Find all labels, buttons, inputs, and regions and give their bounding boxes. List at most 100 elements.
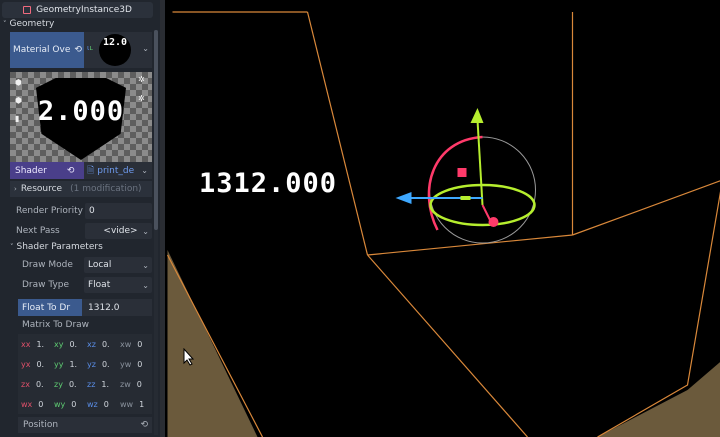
matrix-cell-zx[interactable]: zx 0. — [21, 375, 53, 393]
geometry-instance-icon — [23, 6, 32, 14]
sphere-preview-icon[interactable]: ⬢ — [15, 78, 22, 87]
reset-icon[interactable]: ⟲ — [140, 420, 148, 430]
matrix-to-draw-grid: xx 1. xy 0. xz 0. xw 0 yx 0. yy 1. yz 0. yw 0 zx 0. zy 0. zz… — [18, 334, 152, 414]
shader-parameters-label: Shader Parameters — [16, 242, 103, 252]
box-preview-icon[interactable]: ⬢ — [15, 96, 22, 105]
chevron-down-icon[interactable]: ⌄ — [141, 166, 148, 175]
shader-label[interactable]: Shader ⟲ — [10, 162, 84, 179]
shader-parameters-header[interactable]: ˅ Shader Parameters — [10, 240, 152, 254]
shader-picker[interactable]: 🗎 print_de ⌄ — [84, 162, 152, 179]
draw-mode-row: Draw Mode Local ⌄ — [14, 256, 152, 274]
box-edge-floor — [367, 254, 528, 437]
editor-window: GeometryInstance3D ˅ Geometry Material O… — [0, 0, 720, 437]
matrix-cell-xx[interactable]: xx 1. — [21, 335, 53, 353]
matrix-cell-value: 0. — [36, 359, 45, 369]
matrix-cell-key: yz — [87, 359, 96, 369]
chevron-down-icon[interactable]: ⌄ — [142, 44, 149, 53]
resource-section-header[interactable]: › Resource (1 modification) — [10, 181, 152, 197]
matrix-cell-key: ww — [120, 399, 134, 409]
matrix-cell-yy[interactable]: yy 1. — [54, 355, 86, 373]
matrix-cell-value: 0 — [71, 399, 77, 409]
node-type-label: GeometryInstance3D — [36, 5, 132, 15]
matrix-cell-zw[interactable]: zw 0 — [120, 375, 152, 393]
next-pass-value: <vide> — [103, 226, 138, 236]
reset-icon[interactable]: ⟲ — [74, 45, 82, 55]
matrix-cell-key: zz — [87, 379, 96, 389]
matrix-cell-key: wx — [21, 399, 33, 409]
matrix-to-draw-label: Matrix To Draw — [22, 320, 90, 330]
material-override-picker[interactable]: ιʟ 12.0 ⌄ — [84, 32, 152, 68]
chevron-down-icon[interactable]: ⌄ — [142, 281, 149, 290]
matrix-cell-wz[interactable]: wz 0 — [87, 395, 119, 413]
matrix-cell-xz[interactable]: xz 0. — [87, 335, 119, 353]
matrix-cell-wy[interactable]: wy 0 — [54, 395, 86, 413]
resource-modification-count: (1 modification) — [70, 184, 142, 194]
matrix-cell-yz[interactable]: yz 0. — [87, 355, 119, 373]
position-row[interactable]: Position ⟲ — [18, 417, 152, 433]
matrix-cell-value: 1. — [69, 359, 78, 369]
shader-file-icon: 🗎 — [87, 165, 95, 176]
light2-icon[interactable]: ✲ — [138, 94, 145, 103]
render-priority-row: Render Priority 0 — [10, 202, 152, 220]
quad-preview-icon[interactable]: ▮ — [15, 114, 19, 123]
float-to-draw-row: Float To Dr 1312.0 — [18, 298, 152, 317]
matrix-cell-key: xy — [54, 339, 64, 349]
matrix-cell-yw[interactable]: yw 0 — [120, 355, 152, 373]
axis-mini-icon: ιʟ — [87, 44, 93, 52]
matrix-cell-xw[interactable]: xw 0 — [120, 335, 152, 353]
3d-viewport[interactable]: 1312.000 — [160, 0, 720, 437]
matrix-cell-value: 0. — [101, 339, 110, 349]
float-to-draw-label[interactable]: Float To Dr — [18, 299, 82, 316]
matrix-cell-key: xx — [21, 339, 31, 349]
box-edge-front-right — [572, 180, 720, 236]
next-pass-row: Next Pass <vide> ⌄ — [10, 222, 152, 240]
matrix-cell-ww[interactable]: ww 1 — [120, 395, 152, 413]
inspector-panel: GeometryInstance3D ˅ Geometry Material O… — [0, 0, 160, 437]
draw-type-label: Draw Type — [22, 280, 70, 290]
gizmo-plane-handle-red — [457, 168, 467, 177]
chevron-down-icon: ˅ — [10, 243, 14, 251]
chevron-down-icon[interactable]: ⌄ — [142, 227, 149, 236]
matrix-cell-wx[interactable]: wx 0 — [21, 395, 53, 413]
material-override-text: Material Ove — [13, 45, 71, 55]
chevron-right-icon: › — [14, 185, 17, 193]
transform-gizmo — [395, 108, 536, 244]
matrix-cell-value: 0. — [101, 359, 110, 369]
gizmo-z-handle — [488, 217, 499, 227]
render-priority-input[interactable]: 0 — [85, 203, 152, 219]
matrix-cell-value: 0 — [136, 379, 142, 389]
matrix-cell-key: yx — [21, 359, 31, 369]
matrix-cell-zz[interactable]: zz 1. — [87, 375, 119, 393]
sun-icon[interactable]: ✲ — [138, 75, 145, 84]
inspector-scrollbar[interactable] — [154, 30, 158, 435]
matrix-cell-zy[interactable]: zy 0. — [54, 375, 86, 393]
chevron-down-icon: ˅ — [3, 20, 7, 28]
matrix-cell-key: xz — [87, 339, 96, 349]
reset-icon[interactable]: ⟲ — [67, 166, 75, 176]
draw-type-select[interactable]: Float ⌄ — [84, 277, 152, 293]
float-to-draw-text: Float To Dr — [22, 302, 71, 313]
node-type-header[interactable]: GeometryInstance3D — [2, 2, 153, 18]
matrix-cell-key: yy — [54, 359, 64, 369]
matrix-cell-xy[interactable]: xy 0. — [54, 335, 86, 353]
material-override-label[interactable]: Material Ove ⟲ — [10, 32, 84, 68]
chevron-down-icon[interactable]: ⌄ — [142, 261, 149, 270]
draw-mode-select[interactable]: Local ⌄ — [84, 257, 152, 273]
matrix-cell-key: wy — [54, 399, 66, 409]
scrollbar-thumb[interactable] — [154, 30, 158, 230]
resource-label: Resource — [20, 184, 63, 194]
matrix-cell-value: 0. — [69, 339, 78, 349]
ground-plane — [167, 250, 258, 437]
shader-value: print_de — [97, 165, 135, 176]
next-pass-picker[interactable]: <vide> ⌄ — [85, 223, 152, 239]
matrix-cell-key: yw — [120, 359, 132, 369]
matrix-cell-yx[interactable]: yx 0. — [21, 355, 53, 373]
next-pass-label: Next Pass — [16, 226, 60, 236]
matrix-cell-value: 0 — [38, 399, 44, 409]
geometry-section-header[interactable]: ˅ Geometry — [0, 18, 156, 30]
float-to-draw-input[interactable]: 1312.0 — [82, 299, 152, 316]
preview-value-text: 2.000 — [37, 96, 125, 127]
draw-mode-label: Draw Mode — [22, 260, 73, 270]
geometry-section-label: Geometry — [9, 19, 55, 29]
matrix-cell-value: 1 — [139, 399, 145, 409]
